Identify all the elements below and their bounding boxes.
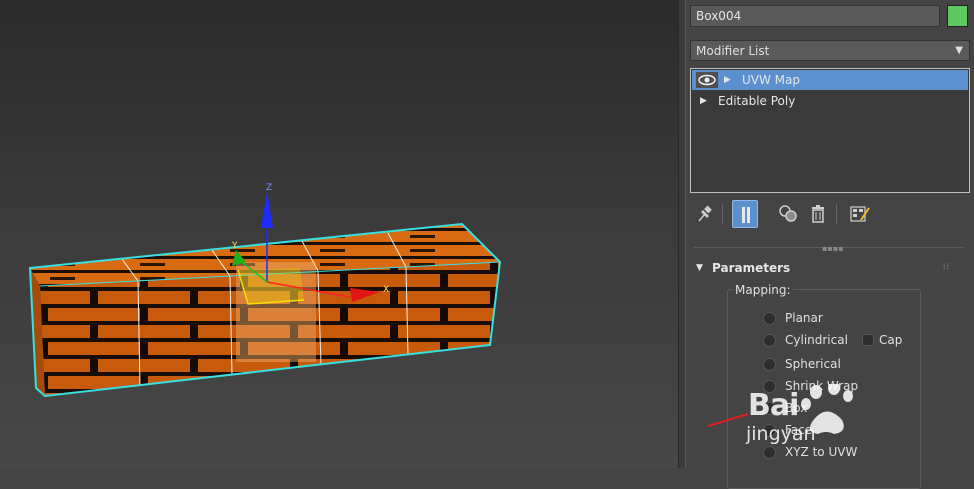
- modifier-stack: ▶ UVW Map ▶ Editable Poly: [690, 68, 970, 193]
- modify-panel: Box004 Modifier List ▼ ▶ UVW Map ▶ Edita…: [686, 0, 974, 489]
- radio-label-spherical: Spherical: [785, 357, 841, 371]
- axis-y-label: Y: [231, 241, 238, 251]
- radio-label-xyz-to-uvw: XYZ to UVW: [785, 445, 858, 459]
- gizmo-z-arrow: [261, 192, 273, 228]
- radio-planar[interactable]: [763, 312, 776, 325]
- show-end-result-icon[interactable]: [732, 200, 758, 228]
- stack-item-uvw-map[interactable]: ▶ UVW Map: [692, 70, 968, 90]
- stack-item-label: UVW Map: [742, 73, 800, 87]
- parameters-rollout-header[interactable]: ▼ Parameters ⁞⁞: [690, 258, 970, 278]
- object-color-swatch[interactable]: [947, 5, 968, 27]
- object-name-field[interactable]: Box004: [690, 5, 940, 27]
- modifier-list-label: Modifier List: [696, 44, 770, 58]
- stack-item-label: Editable Poly: [718, 94, 796, 108]
- viewport-scene: Z X Y: [28, 183, 502, 398]
- axis-z-label: Z: [266, 183, 272, 193]
- watermark-bai-text: Bai: [748, 388, 799, 423]
- stack-item-editable-poly[interactable]: ▶ Editable Poly: [692, 91, 968, 111]
- chevron-down-icon: ▼: [955, 45, 963, 56]
- pin-stack-icon[interactable]: [692, 200, 718, 228]
- expand-triangle-icon[interactable]: ▶: [700, 96, 707, 106]
- radio-label-cylindrical: Cylindrical: [785, 333, 848, 347]
- viewport-perspective[interactable]: Z X Y: [0, 0, 678, 468]
- watermark-jingyan-text: jingyan: [746, 423, 816, 445]
- toolbar-separator: [836, 204, 837, 224]
- panel-divider[interactable]: [678, 0, 686, 468]
- resize-grip-icon[interactable]: ▪▪▪▪: [822, 244, 844, 253]
- radio-cylindrical[interactable]: [763, 334, 776, 347]
- toolbar-separator: [722, 204, 723, 224]
- rollout-title: Parameters: [712, 261, 791, 275]
- radio-label-planar: Planar: [785, 311, 823, 325]
- remove-modifier-icon[interactable]: [805, 200, 831, 228]
- axis-x-label: X: [383, 285, 389, 295]
- configure-modifier-sets-icon[interactable]: [846, 200, 872, 228]
- rollout-grip-icon: ⁞⁞: [942, 262, 950, 271]
- radio-spherical[interactable]: [763, 358, 776, 371]
- collapse-triangle-icon: ▼: [696, 263, 703, 273]
- eye-icon[interactable]: [696, 72, 718, 88]
- cap-label: Cap: [879, 333, 903, 347]
- modifier-list-dropdown[interactable]: Modifier List ▼: [690, 40, 970, 61]
- expand-triangle-icon[interactable]: ▶: [724, 75, 731, 85]
- radio-xyz-to-uvw[interactable]: [763, 446, 776, 459]
- make-unique-icon[interactable]: [774, 200, 800, 228]
- mapping-label: Mapping:: [733, 283, 793, 297]
- cap-checkbox[interactable]: [862, 334, 874, 346]
